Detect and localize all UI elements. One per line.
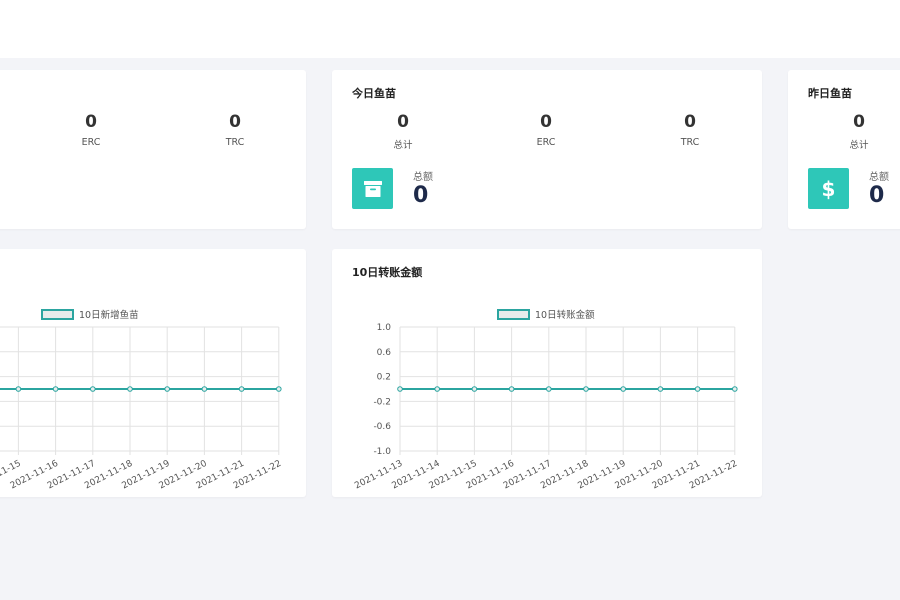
card-title: 今日鱼苗: [352, 87, 396, 100]
total-label: 总额: [869, 172, 889, 183]
y-tick-label: -0.6: [373, 422, 391, 432]
stat-value: 0: [85, 112, 97, 132]
stat-label: ERC: [536, 137, 556, 148]
data-point: [657, 386, 664, 392]
stat-value: 0: [684, 112, 696, 132]
data-point: [620, 386, 627, 392]
data-point: [583, 386, 589, 392]
y-tick-label: -0.2: [373, 397, 391, 407]
y-tick-label: -1.0: [373, 447, 391, 457]
data-point: [276, 386, 282, 392]
dollar-icon: $: [808, 168, 849, 209]
data-point: [90, 386, 96, 392]
stat-value: 0: [540, 112, 552, 132]
card-title: 昨日鱼苗: [808, 87, 852, 100]
stat-value: 0: [229, 112, 241, 132]
total-value: 0: [413, 183, 429, 208]
data-point: [127, 386, 133, 392]
stat-value: 0: [853, 112, 865, 132]
y-tick-label: 0.2: [377, 373, 391, 383]
data-point: [508, 386, 515, 392]
stat-erc: 0 ERC: [496, 112, 596, 148]
stat-label: 总计: [393, 140, 413, 151]
y-tick-label: 0.6: [377, 348, 392, 358]
data-point: [15, 386, 22, 392]
stat-total: 0 总计: [809, 112, 900, 151]
data-point: [732, 386, 738, 392]
stat-erc: 0 ERC: [41, 112, 141, 148]
data-point: [164, 386, 170, 392]
stat-value: 0: [397, 112, 409, 132]
data-point: [546, 386, 552, 392]
new-fish-chart: 2021-11-152021-11-162021-11-172021-11-18…: [0, 326, 283, 491]
yesterday-fish-card: 昨日鱼苗 0 总计 $ 总额 0: [788, 70, 900, 229]
today-fish-card: 今日鱼苗 0 总计 0 ERC 0 TRC 总额 0: [332, 70, 762, 229]
data-point: [471, 386, 478, 392]
stat-total: 0 总计: [353, 112, 453, 151]
data-point: [397, 386, 403, 392]
stat-label: TRC: [225, 137, 245, 148]
data-point: [52, 386, 59, 392]
data-point: [238, 386, 245, 392]
data-point: [694, 386, 701, 392]
transfer-chart: 1.00.60.2-0.2-0.6-1.02021-11-132021-11-1…: [353, 323, 739, 491]
stat-label: ERC: [81, 137, 101, 148]
archive-box-icon: [352, 168, 393, 209]
stat-trc: 0 TRC: [640, 112, 740, 148]
y-tick-label: 1.0: [377, 323, 392, 333]
data-point: [434, 386, 440, 392]
stat-label: 总计: [849, 140, 869, 151]
stat-label: TRC: [680, 137, 700, 148]
data-point: [201, 386, 208, 392]
total-label: 总额: [413, 172, 433, 183]
total-value: 0: [869, 183, 885, 208]
top-bar: [0, 0, 900, 58]
stat-trc: 0 TRC: [185, 112, 285, 148]
total-fish-card: 0 ERC 0 TRC: [0, 70, 306, 229]
